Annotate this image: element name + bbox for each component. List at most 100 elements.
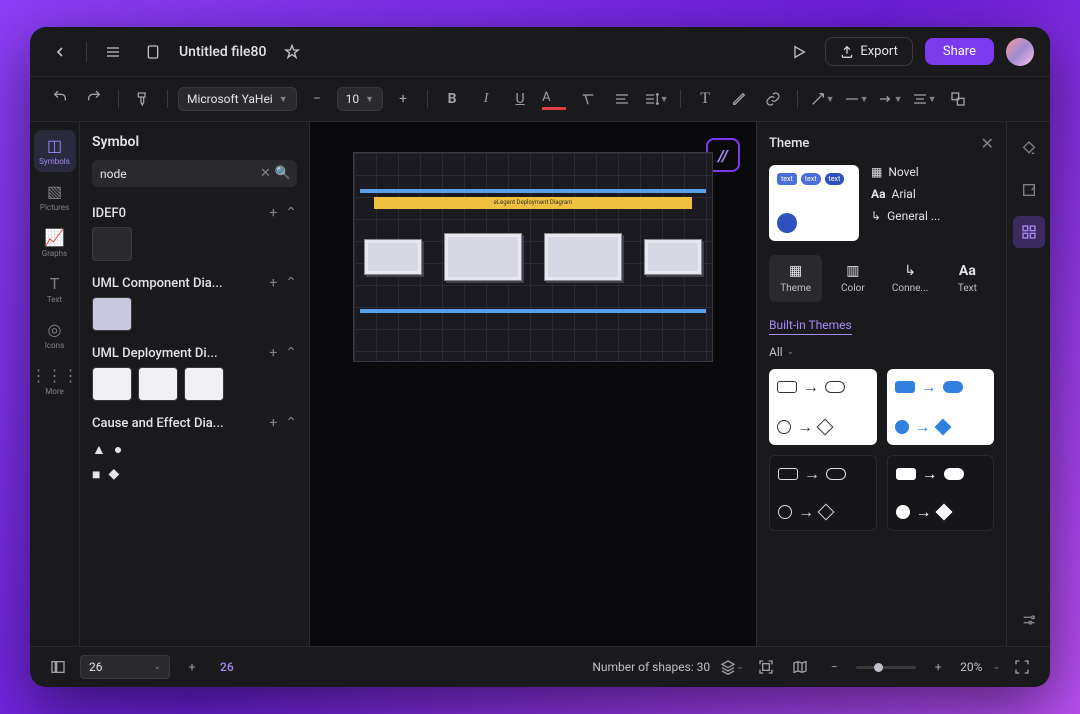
bold-button[interactable]: B <box>438 85 466 113</box>
plus-icon[interactable]: + <box>269 415 277 431</box>
zoom-in-button[interactable]: + <box>926 655 950 679</box>
highlight-button[interactable] <box>725 85 753 113</box>
theme-card[interactable]: → → <box>887 455 995 531</box>
back-button[interactable] <box>46 38 74 66</box>
format-painter-button[interactable] <box>129 85 157 113</box>
square-icon[interactable]: ■ <box>92 466 100 483</box>
category-uml-deployment[interactable]: UML Deployment Di... +⌃ <box>92 339 297 367</box>
undo-button[interactable] <box>46 85 74 113</box>
symbols-icon: ◫ <box>47 136 62 155</box>
add-page-button[interactable]: + <box>180 655 204 679</box>
theme-card[interactable]: → → <box>769 369 877 445</box>
diagram[interactable]: eLegent Deployment Diagram <box>353 152 713 362</box>
rail-icons[interactable]: ◎ Icons <box>34 314 76 356</box>
chevron-up-icon[interactable]: ⌃ <box>285 415 297 431</box>
canvas[interactable]: // eLegent Deployment Diagram <box>310 122 756 646</box>
italic-button[interactable]: I <box>472 85 500 113</box>
theme-connector-prop: ↳General ... <box>871 209 994 223</box>
font-size-select[interactable]: 10 ▼ <box>337 87 383 111</box>
theme-card[interactable]: → → <box>769 455 877 531</box>
palette-icon: ▦ <box>871 165 882 179</box>
close-panel-button[interactable]: ✕ <box>981 134 994 153</box>
clear-format-button[interactable] <box>574 85 602 113</box>
link-button[interactable] <box>759 85 787 113</box>
symbol-search[interactable]: ✕ 🔍 <box>92 160 297 187</box>
map-button[interactable] <box>788 655 812 679</box>
zoom-slider[interactable] <box>856 666 916 669</box>
category-cause-effect[interactable]: Cause and Effect Dia... +⌃ <box>92 409 297 437</box>
circle-icon[interactable]: ● <box>114 441 122 458</box>
export-tool[interactable] <box>1013 174 1045 206</box>
category-idef0[interactable]: IDEF0 +⌃ <box>92 199 297 227</box>
chevron-up-icon[interactable]: ⌃ <box>285 345 297 361</box>
symbol-thumb[interactable] <box>184 367 224 401</box>
zoom-out-button[interactable]: − <box>822 655 846 679</box>
chevron-down-icon[interactable]: ⌄ <box>992 662 1000 672</box>
rail-text[interactable]: T Text <box>34 268 76 310</box>
plus-icon[interactable]: + <box>269 205 277 221</box>
chevron-up-icon[interactable]: ⌃ <box>285 275 297 291</box>
font-family-select[interactable]: Microsoft YaHei ▼ <box>178 87 297 111</box>
page-input[interactable]: 26 ⌄ <box>80 655 170 679</box>
settings-tool[interactable] <box>1013 604 1045 636</box>
fill-tool[interactable] <box>1013 132 1045 164</box>
diamond-icon[interactable]: ◆ <box>108 466 119 483</box>
text-icon: T <box>50 274 60 293</box>
redo-button[interactable] <box>80 85 108 113</box>
chevron-down-icon: ⌄ <box>787 347 795 357</box>
underline-button[interactable]: U <box>506 85 534 113</box>
rail-more[interactable]: ⋮⋮⋮ More <box>34 360 76 402</box>
diagram-node[interactable] <box>364 239 422 275</box>
connector-button[interactable]: ▼ <box>808 85 836 113</box>
align-button[interactable] <box>608 85 636 113</box>
grid-tool[interactable] <box>1013 216 1045 248</box>
page-layout-button[interactable] <box>46 655 70 679</box>
focus-button[interactable] <box>754 655 778 679</box>
tab-text[interactable]: AaText <box>941 255 994 302</box>
chevron-up-icon[interactable]: ⌃ <box>285 205 297 221</box>
search-icon[interactable]: 🔍 <box>275 166 291 181</box>
distribute-button[interactable]: ▼ <box>910 85 938 113</box>
rail-pictures[interactable]: ▧ Pictures <box>34 176 76 218</box>
group-button[interactable] <box>944 85 972 113</box>
tab-theme[interactable]: ▦Theme <box>769 255 822 302</box>
font-color-button[interactable]: A <box>540 85 568 113</box>
connector-icon: ↳ <box>871 209 881 223</box>
plus-icon[interactable]: + <box>269 345 277 361</box>
arrow-style-button[interactable]: ▼ <box>876 85 904 113</box>
line-style-button[interactable]: ▼ <box>842 85 870 113</box>
symbol-thumb[interactable] <box>92 227 132 261</box>
chevron-down-icon: ▼ <box>365 94 374 105</box>
tab-color[interactable]: ▥Color <box>826 255 879 302</box>
clear-search-icon[interactable]: ✕ <box>260 166 271 181</box>
favorite-button[interactable] <box>278 38 306 66</box>
avatar[interactable] <box>1006 38 1034 66</box>
tab-connector[interactable]: ↳Conne... <box>884 255 937 302</box>
diagram-node[interactable] <box>544 233 622 281</box>
category-uml-component[interactable]: UML Component Dia... +⌃ <box>92 269 297 297</box>
symbol-thumb[interactable] <box>92 367 132 401</box>
fullscreen-button[interactable] <box>1010 655 1034 679</box>
triangle-icon[interactable]: ▲ <box>92 441 106 458</box>
text-tool-button[interactable]: T <box>691 85 719 113</box>
plus-icon[interactable]: + <box>269 275 277 291</box>
pictures-icon: ▧ <box>47 182 62 201</box>
layers-button[interactable]: ⌄ <box>720 655 744 679</box>
menu-button[interactable] <box>99 38 127 66</box>
symbol-thumb[interactable] <box>138 367 178 401</box>
play-button[interactable] <box>785 38 813 66</box>
rail-symbols[interactable]: ◫ Symbols <box>34 130 76 172</box>
font-size-increase[interactable]: + <box>389 85 417 113</box>
font-size-decrease[interactable]: − <box>303 85 331 113</box>
builtin-themes-label[interactable]: Built-in Themes <box>769 318 852 335</box>
diagram-node[interactable] <box>444 233 522 281</box>
share-button[interactable]: Share <box>925 38 994 65</box>
line-spacing-button[interactable]: ▼ <box>642 85 670 113</box>
symbol-search-input[interactable] <box>100 167 256 181</box>
theme-card[interactable]: → → <box>887 369 995 445</box>
rail-graphs[interactable]: 📈 Graphs <box>34 222 76 264</box>
export-button[interactable]: Export <box>825 37 913 66</box>
theme-filter[interactable]: All ⌄ <box>769 345 994 359</box>
diagram-node[interactable] <box>644 239 702 275</box>
symbol-thumb[interactable] <box>92 297 132 331</box>
